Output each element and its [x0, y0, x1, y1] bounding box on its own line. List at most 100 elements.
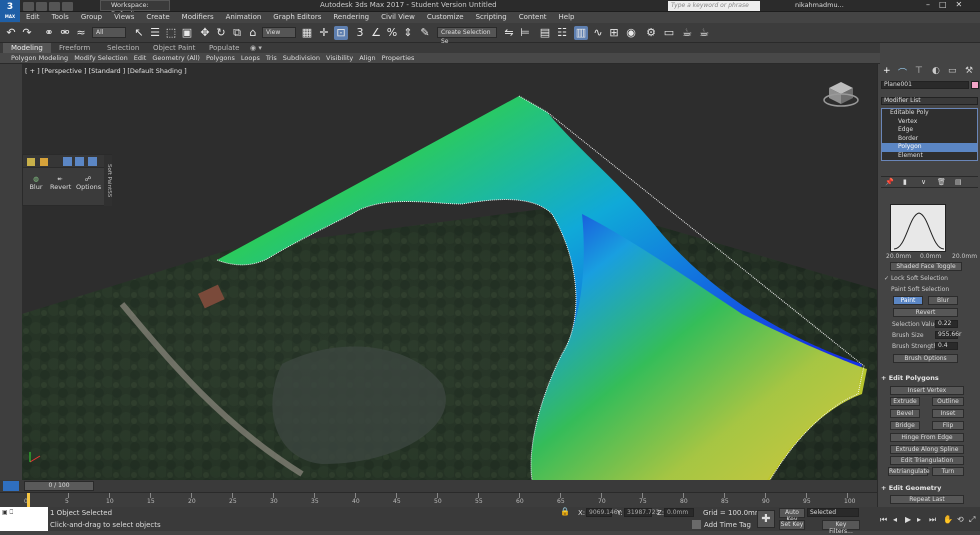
modify-tab-icon[interactable]: ⌒: [898, 66, 907, 79]
paint-mode-icon[interactable]: [63, 157, 72, 166]
turn-button[interactable]: Turn: [932, 467, 964, 476]
stack-item-editable-poly[interactable]: Editable Poly: [882, 109, 977, 118]
render-production-icon[interactable]: ☕: [680, 26, 694, 40]
menu-item-civil-view[interactable]: Civil View: [375, 12, 421, 23]
mirror-icon[interactable]: ⇋: [502, 26, 516, 40]
stack-item-vertex[interactable]: Vertex: [882, 118, 977, 127]
ribbon-tab-object-paint[interactable]: Object Paint: [153, 43, 195, 53]
ribbon-tab-selection[interactable]: Selection: [107, 43, 139, 53]
ribbon-item-loops[interactable]: Loops: [238, 53, 263, 64]
pin-stack-icon[interactable]: 📌: [885, 178, 894, 186]
configure-sets-icon[interactable]: ▤: [955, 178, 962, 186]
object-color-swatch[interactable]: [971, 81, 979, 89]
app-logo[interactable]: 3 MAX: [0, 0, 20, 22]
revert-button-panel[interactable]: Revert: [893, 308, 958, 317]
extrude-along-spline-button[interactable]: Extrude Along Spline: [890, 445, 964, 454]
percent-snap-icon[interactable]: %: [385, 26, 399, 40]
insert-vertex-button[interactable]: Insert Vertex: [890, 386, 964, 395]
menu-item-modifiers[interactable]: Modifiers: [176, 12, 220, 23]
maximize-viewport-icon[interactable]: ⤢: [969, 515, 975, 525]
rotate-icon[interactable]: ↻: [214, 26, 228, 40]
ribbon-item-geometry-all-[interactable]: Geometry (All): [149, 53, 203, 64]
flip-button[interactable]: Flip: [932, 421, 964, 430]
menu-item-content[interactable]: Content: [513, 12, 553, 23]
rectangular-selection-icon[interactable]: ⬚: [164, 26, 178, 40]
key-filters-button[interactable]: Key Filters...: [822, 520, 860, 535]
ribbon-item-subdivision[interactable]: Subdivision: [280, 53, 323, 64]
pivot-center-icon[interactable]: ▦: [300, 26, 314, 40]
open-icon[interactable]: [23, 2, 34, 11]
edit-polygons-rollout[interactable]: + Edit Polygons: [881, 374, 939, 382]
named-selection-sets-dropdown[interactable]: Create Selection Se: [437, 27, 497, 45]
edit-triangulation-button[interactable]: Edit Triangulation: [890, 456, 964, 465]
menu-item-rendering[interactable]: Rendering: [327, 12, 375, 23]
menu-item-scripting[interactable]: Scripting: [470, 12, 513, 23]
window-controls[interactable]: –□✕: [926, 0, 980, 11]
bevel-button[interactable]: Bevel: [890, 409, 920, 418]
blur-button[interactable]: ◍ Blur: [28, 175, 44, 191]
brush-options-button[interactable]: Brush Options: [893, 354, 958, 363]
selection-filter-dropdown[interactable]: All: [92, 27, 126, 38]
go-to-end-icon[interactable]: ⏭: [929, 515, 936, 525]
menu-item-customize[interactable]: Customize: [421, 12, 470, 23]
rendered-frame-window-icon[interactable]: ▭: [662, 26, 676, 40]
ribbon-tab-freeform[interactable]: Freeform: [59, 43, 90, 53]
ribbon-item-properties[interactable]: Properties: [379, 53, 418, 64]
perspective-viewport[interactable]: [ + ] [Perspective ] [Standard ] [Defaul…: [22, 64, 877, 480]
previous-frame-icon[interactable]: ◂: [893, 515, 897, 524]
select-by-name-icon[interactable]: ☰: [148, 26, 162, 40]
menu-item-help[interactable]: Help: [553, 12, 581, 23]
brush-strength-field[interactable]: 0.4: [935, 342, 958, 350]
ribbon-item-modify-selection[interactable]: Modify Selection: [71, 53, 131, 64]
auto-key-button[interactable]: Auto Key: [779, 508, 805, 523]
toggle-scene-explorer-icon[interactable]: ▤: [538, 26, 552, 40]
ribbon-item-visibility[interactable]: Visibility: [323, 53, 356, 64]
outline-button[interactable]: Outline: [932, 397, 964, 406]
modifier-list-dropdown[interactable]: Modifier List: [881, 97, 978, 105]
align-icon[interactable]: ⊨: [518, 26, 532, 40]
go-to-start-icon[interactable]: ⏮: [880, 515, 887, 525]
workspace-selector[interactable]: Workspace: Default: [100, 0, 170, 18]
lock-soft-selection-checkbox[interactable]: ✓ Lock Soft Selection: [884, 275, 948, 282]
stack-item-border[interactable]: Border: [882, 135, 977, 144]
ribbon-item-tris[interactable]: Tris: [263, 53, 280, 64]
show-end-result-icon[interactable]: ▮: [903, 178, 907, 186]
undo-icon[interactable]: [49, 2, 60, 11]
render-iterative-icon[interactable]: ☕: [697, 26, 711, 40]
bridge-button[interactable]: Bridge: [890, 421, 920, 430]
place-icon[interactable]: ⌂: [246, 26, 260, 40]
soft-tab[interactable]: Soft PaintSS: [104, 155, 112, 206]
scale-icon[interactable]: ⧉: [230, 26, 244, 40]
layer-explorer-icon[interactable]: ☷: [555, 26, 569, 40]
schematic-view-icon[interactable]: ⊞: [607, 26, 621, 40]
x-coordinate-field[interactable]: 9069.146r: [586, 508, 620, 517]
make-unique-icon[interactable]: ∨: [921, 178, 926, 186]
select-object-icon[interactable]: ↖: [132, 26, 146, 40]
retriangulate-button[interactable]: Retriangulate: [888, 467, 930, 476]
keyboard-shortcut-override-icon[interactable]: ⊡: [334, 26, 348, 40]
z-coordinate-field[interactable]: 0.0mm: [664, 508, 694, 517]
remove-modifier-icon[interactable]: 🗑: [937, 178, 946, 186]
edit-geometry-rollout[interactable]: + Edit Geometry: [881, 484, 941, 492]
material-editor-icon[interactable]: ◉: [624, 26, 638, 40]
lock-selection-icon[interactable]: 🔒: [560, 507, 570, 516]
extrude-button[interactable]: Extrude: [890, 397, 920, 406]
key-mode-dropdown[interactable]: Selected: [807, 508, 859, 517]
viewport-label[interactable]: [ + ] [Perspective ] [Standard ] [Defaul…: [25, 67, 187, 75]
menu-item-edit[interactable]: Edit: [20, 12, 46, 23]
repeat-last-button[interactable]: Repeat Last: [890, 495, 964, 504]
hinge-from-edge-button[interactable]: Hinge From Edge: [890, 433, 964, 442]
current-frame-marker[interactable]: [27, 493, 30, 507]
time-slider[interactable]: 0 / 100: [0, 480, 877, 492]
options-button[interactable]: ☍ Options: [76, 175, 101, 191]
stack-item-element[interactable]: Element: [882, 152, 977, 161]
modifier-stack[interactable]: Editable Poly Vertex Edge Border Polygon Elem…: [881, 108, 978, 161]
ribbon-toggle-icon[interactable]: ▥: [574, 26, 588, 40]
track-bar[interactable]: 0 5 10 15 20 25 30 35 40 45 50 55 60 65 70 75 80 85 90 95 10…: [0, 492, 877, 507]
y-coordinate-field[interactable]: 31987.723: [624, 508, 659, 517]
user-account[interactable]: nikahmadmu...: [795, 1, 844, 9]
menu-item-group[interactable]: Group: [75, 12, 108, 23]
menu-item-animation[interactable]: Animation: [220, 12, 268, 23]
ribbon-item-polygons[interactable]: Polygons: [203, 53, 238, 64]
soft-mode-icon[interactable]: [40, 158, 48, 166]
